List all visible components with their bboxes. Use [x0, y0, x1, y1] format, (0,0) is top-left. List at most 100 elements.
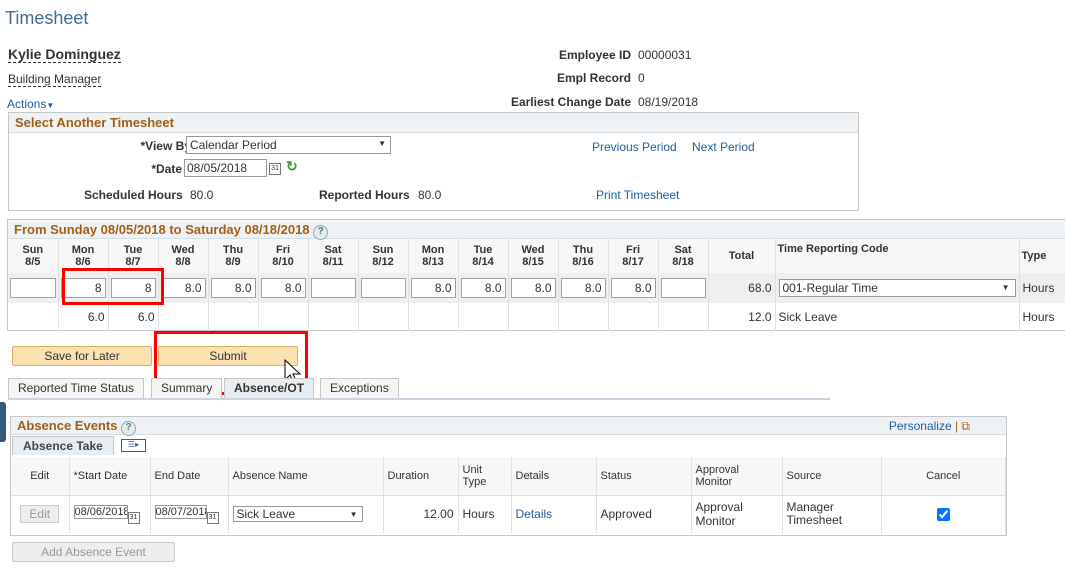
absence-column-header: Edit: [11, 457, 70, 495]
highlight-box: [62, 268, 164, 305]
absence-column-header: Details: [511, 457, 597, 495]
hours-value: [308, 303, 359, 331]
day-header: Sun 8/5: [8, 239, 59, 273]
hours-input[interactable]: [10, 278, 56, 298]
unit-type: Hours: [458, 494, 512, 533]
hours-value: [608, 303, 659, 331]
hours-input[interactable]: [660, 278, 706, 298]
hours-value: [8, 303, 59, 331]
absence-name-value: Sick Leave: [236, 507, 296, 522]
hours-input[interactable]: 8.0: [510, 278, 556, 298]
refresh-icon[interactable]: ↻: [286, 158, 298, 175]
help-icon[interactable]: ?: [313, 225, 329, 240]
status: Approved: [596, 494, 692, 533]
earliest-change-date: 08/19/2018: [638, 95, 699, 109]
hours-value: 6.0: [108, 303, 159, 331]
details-link[interactable]: Details: [516, 507, 553, 521]
hours-input[interactable]: [360, 278, 406, 298]
hours-value: [158, 303, 209, 331]
view-by-value: Calendar Period: [190, 138, 277, 152]
hours-value: [208, 303, 259, 331]
help-icon[interactable]: ?: [121, 421, 137, 436]
hours-input[interactable]: 8.0: [260, 278, 306, 298]
calendar-icon[interactable]: 31: [127, 511, 140, 524]
hours-value: [658, 303, 709, 331]
absence-column-header: Unit Type: [458, 457, 512, 495]
hours-value: [358, 303, 409, 331]
hours-input[interactable]: 8.0: [210, 278, 256, 298]
hours-input[interactable]: 8.0: [610, 278, 656, 298]
tab-summary[interactable]: Summary: [151, 378, 223, 398]
day-header: Fri 8/10: [258, 239, 309, 273]
hours-input[interactable]: [310, 278, 356, 298]
day-header: Sun 8/12: [358, 239, 409, 273]
start-date-input[interactable]: 08/06/2018: [73, 504, 128, 519]
cancel-checkbox[interactable]: [937, 507, 951, 521]
tab-exceptions[interactable]: Exceptions: [320, 378, 399, 398]
employee-id-label: Employee ID: [558, 48, 631, 62]
personalize-link[interactable]: Personalize: [889, 419, 952, 433]
day-header: Sat 8/11: [308, 239, 359, 273]
tab-divider: [8, 398, 830, 400]
previous-period-link[interactable]: Previous Period: [592, 140, 677, 154]
absence-name-select[interactable]: Sick Leave ▼: [232, 506, 363, 523]
end-date-input[interactable]: 08/07/2018: [154, 504, 207, 519]
row-total: 68.0: [708, 273, 776, 303]
trc-header: Time Reporting Code: [775, 239, 1020, 273]
job-title[interactable]: Building Manager: [8, 72, 102, 87]
trc-select[interactable]: 001-Regular Time ▼: [778, 279, 1016, 297]
day-header: Fri 8/17: [608, 239, 659, 273]
calendar-icon[interactable]: 31: [269, 163, 281, 175]
reported-hours-label: Reported Hours: [319, 188, 410, 202]
next-period-link[interactable]: Next Period: [692, 140, 755, 154]
absence-column-header: Source: [782, 457, 882, 495]
hours-value: [558, 303, 609, 331]
hours-input[interactable]: 8.0: [410, 278, 456, 298]
absence-title: Absence Events: [17, 418, 118, 433]
new-window-icon[interactable]: ⧉: [961, 419, 970, 433]
type-header: Type: [1019, 239, 1065, 273]
actions-label: Actions: [7, 97, 47, 111]
grid-view-icon[interactable]: ☰▸: [121, 439, 146, 452]
absence-column-header: Absence Name: [228, 457, 384, 495]
actions-menu[interactable]: Actions▼: [7, 97, 54, 111]
row-trc: Sick Leave: [775, 303, 1020, 331]
save-for-later-button[interactable]: Save for Later: [12, 346, 152, 366]
absence-column-header: Duration: [383, 457, 459, 495]
tab-absence-ot[interactable]: Absence/OT: [224, 378, 315, 398]
add-absence-event-button[interactable]: Add Absence Event: [12, 542, 175, 562]
source: Manager Timesheet: [782, 494, 882, 533]
reported-hours: 80.0: [418, 188, 442, 202]
day-header: Thu 8/9: [208, 239, 259, 273]
caret-down-icon: ▼: [1001, 283, 1010, 292]
tab-reported-time-status[interactable]: Reported Time Status: [8, 378, 145, 398]
earliest-change-label: Earliest Change Date: [510, 95, 631, 109]
day-header: Tue 8/14: [458, 239, 509, 273]
day-header: Mon 8/13: [408, 239, 459, 273]
side-panel-handle[interactable]: [0, 402, 6, 442]
trc-value: 001-Regular Time: [782, 281, 878, 295]
date-label: *Date: [151, 162, 182, 176]
day-header: Thu 8/16: [558, 239, 609, 273]
row-type: Hours: [1019, 273, 1065, 303]
panel-title: Select Another Timesheet: [9, 113, 858, 133]
calendar-icon[interactable]: 31: [206, 511, 219, 524]
scheduled-hours-label: Scheduled Hours: [84, 188, 183, 202]
print-timesheet-link[interactable]: Print Timesheet: [596, 188, 679, 202]
absence-take-tab[interactable]: Absence Take: [12, 436, 114, 455]
edit-button[interactable]: Edit: [20, 505, 60, 524]
hours-value: [408, 303, 459, 331]
hours-value: [458, 303, 509, 331]
absence-events-panel: Absence Events ? Personalize | ⧉ Absence…: [10, 416, 1007, 536]
hours-input[interactable]: 8.0: [460, 278, 506, 298]
employee-name[interactable]: Kylie Dominguez: [8, 46, 121, 63]
absence-column-header: Status: [596, 457, 692, 495]
view-by-select[interactable]: Calendar Period: [186, 136, 391, 154]
page-title: Timesheet: [5, 8, 89, 28]
absence-table: Edit *Start Date End Date Absence Name Durat…: [11, 457, 1006, 533]
date-input[interactable]: 08/05/2018: [184, 159, 267, 177]
timesheet-grid: From Sunday 08/05/2018 to Saturday 08/18…: [7, 219, 1065, 331]
hours-input[interactable]: 8.0: [560, 278, 606, 298]
hours-input[interactable]: 8.0: [160, 278, 206, 298]
time-grid-table: Sun 8/5 Mon 8/6 Tue 8/7 Wed 8/8 Thu 8/9 Fri 8/10 Sat…: [8, 239, 1065, 331]
